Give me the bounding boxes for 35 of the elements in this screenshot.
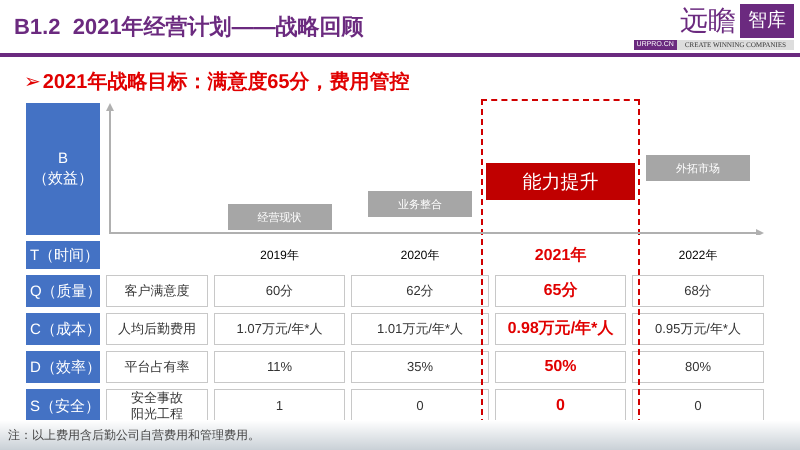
row-label: S（安全） [26,389,100,423]
subtitle: 2021年战略目标：满意度65分，费用管控 [42,70,410,94]
year-label: 2020年 [400,246,440,264]
row-label: C（成本） [26,313,100,345]
logo-brand-text: 远瞻 [680,4,737,38]
table-cell: 平台占有率 [106,351,208,383]
slide-title: B1.2 2021年经营计划——战略回顾 [14,12,364,40]
stage-label: 业务整合 [368,191,472,217]
year-label: 2019年 [259,246,300,264]
table-cell: 人均后勤费用 [106,313,208,345]
row-label: Q（质量） [26,275,100,307]
year-label: 2022年 [678,246,718,264]
stage-label: 外拓市场 [646,155,750,181]
benefit-label: B （效益） [26,103,100,235]
table-cell: 11% [214,351,345,383]
table-cell: 62分 [351,275,489,307]
table-cell: 1.01万元/年*人 [351,313,489,345]
table-cell: 客户满意度 [106,275,208,307]
table-cell: 80% [632,351,764,383]
row-label: D（效率） [26,351,100,383]
footnote: 注：以上费用含后勤公司自营费用和管理费用。 [8,426,260,444]
stage-label: 经营现状 [228,204,332,230]
table-cell: 68分 [632,275,764,307]
table-cell: 60分 [214,275,345,307]
year-label: 2021年 [534,246,588,266]
table-cell: 1.07万元/年*人 [214,313,345,345]
table-cell: 35% [351,351,489,383]
logo-tag: 智库 [740,4,794,38]
table-cell: 50% [495,351,626,383]
row-label: T（时间） [26,241,100,269]
bullet-icon: ➢ [24,68,41,94]
stage-label: 能力提升 [486,163,635,200]
table-cell: 0.95万元/年*人 [632,313,764,345]
table-cell: 0.98万元/年*人 [495,313,626,345]
table-cell: 65分 [495,275,626,307]
